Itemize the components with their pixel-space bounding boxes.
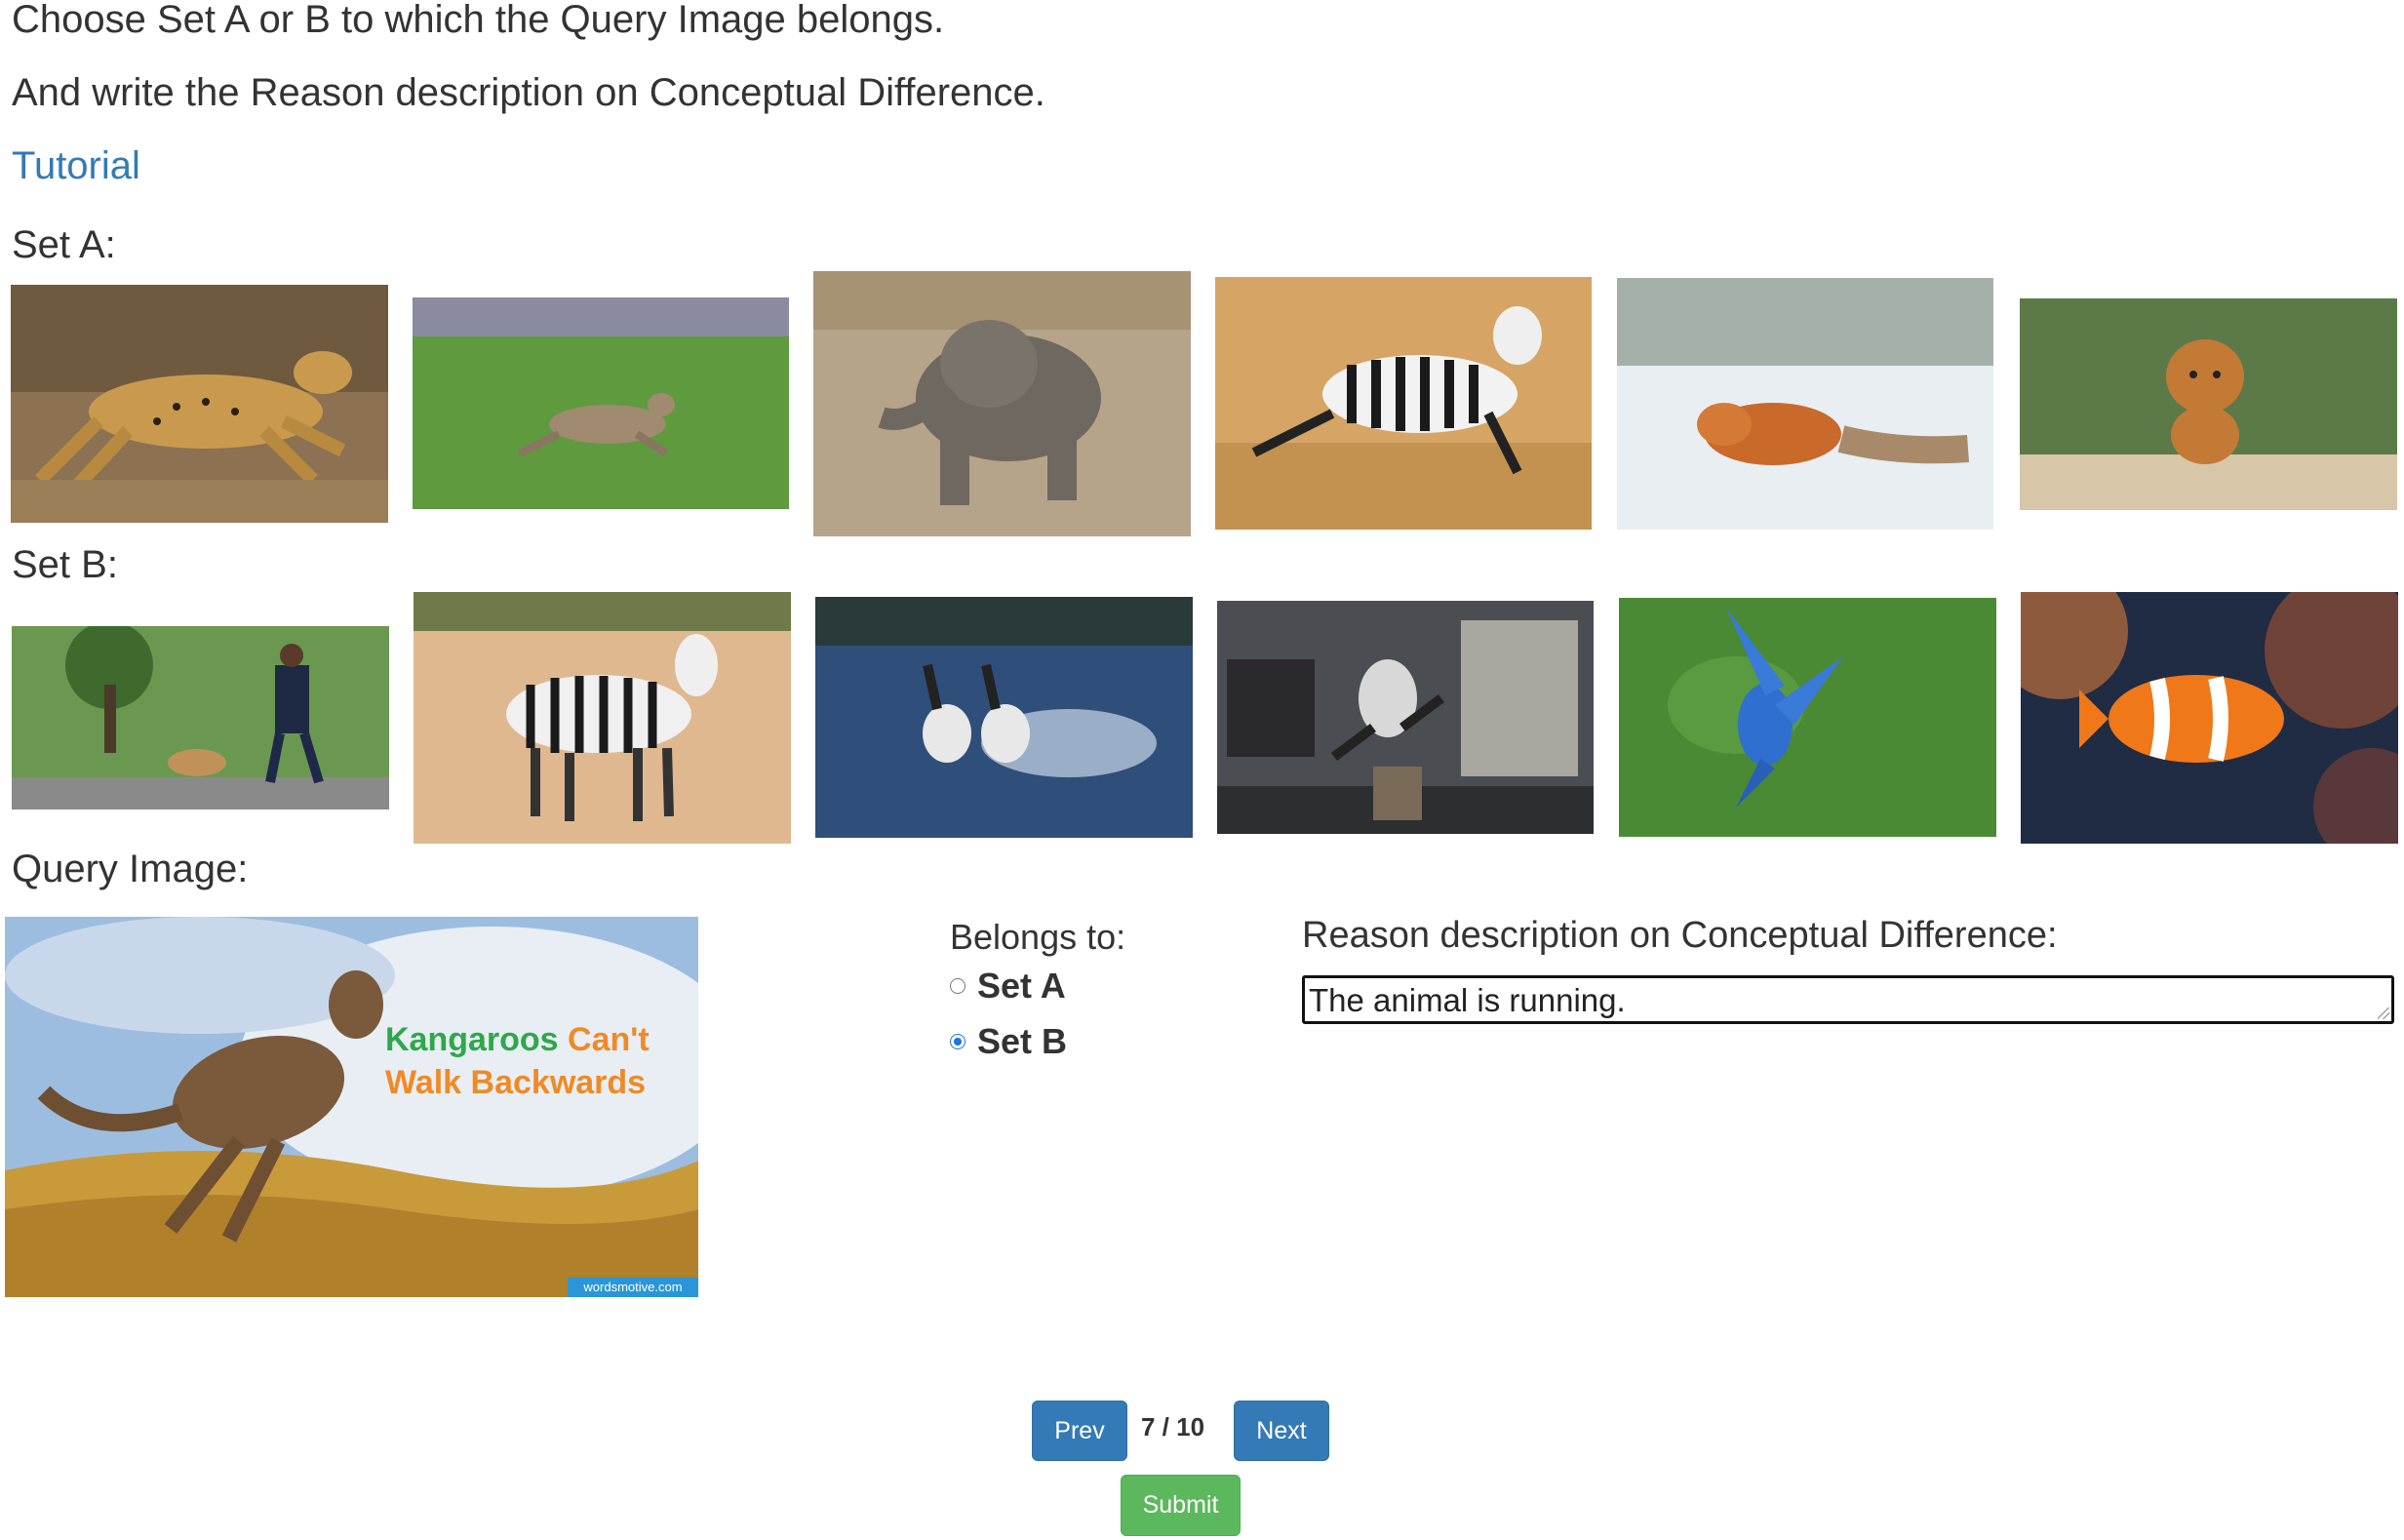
belongs-to-label: Belongs to: <box>950 917 1126 957</box>
set-a-image-dog <box>2020 298 2397 510</box>
query-caption-line-2: Walk Backwards <box>385 1064 647 1101</box>
set-a-label: Set A: <box>12 223 116 266</box>
set-a-image-fox <box>1617 278 1993 530</box>
reason-textarea[interactable]: The animal is running. <box>1302 975 2394 1024</box>
resize-grip-icon[interactable] <box>2378 1007 2389 1019</box>
submit-button[interactable]: Submit <box>1121 1475 1241 1536</box>
instruction-line-2: And write the Reason description on Conc… <box>12 71 1045 114</box>
query-image-label: Query Image: <box>12 848 249 890</box>
set-a-image-zebra-leaping <box>1215 277 1592 530</box>
query-caption-word-2: Can't <box>568 1021 650 1058</box>
prev-button[interactable]: Prev <box>1032 1401 1127 1461</box>
reason-label: Reason description on Conceptual Differe… <box>1302 915 2058 956</box>
radio-set-b[interactable] <box>950 1034 966 1049</box>
query-watermark: wordsmotive.com <box>568 1278 698 1297</box>
radio-option-set-b[interactable]: Set B <box>950 1021 1067 1062</box>
next-button[interactable]: Next <box>1234 1401 1329 1461</box>
query-caption: Kangaroos Can't Walk Backwards <box>385 1018 650 1104</box>
query-image-kangaroo: Kangaroos Can't Walk Backwards wordsmoti… <box>5 917 698 1297</box>
set-a-image-deer <box>413 297 789 509</box>
set-b-image-dog-walking <box>12 626 389 809</box>
set-a-image-cheetah <box>11 285 388 523</box>
radio-option-set-a[interactable]: Set A <box>950 966 1066 1007</box>
instruction-line-1: Choose Set A or B to which the Query Ima… <box>12 0 945 41</box>
page-indicator: 7 / 10 <box>1141 1412 1205 1441</box>
reason-textarea-value: The animal is running. <box>1309 982 1626 1018</box>
set-b-image-clownfish <box>2021 592 2398 844</box>
set-b-image-zebra-standing <box>414 592 791 844</box>
set-b-image-bird <box>1619 598 1996 837</box>
set-b-image-robot <box>1217 601 1594 834</box>
tutorial-link[interactable]: Tutorial <box>12 143 140 188</box>
set-b-label: Set B: <box>12 543 118 586</box>
set-a-image-elephant <box>813 271 1191 536</box>
radio-set-a[interactable] <box>950 978 966 994</box>
query-caption-word-1: Kangaroos <box>385 1021 559 1058</box>
radio-set-b-label: Set B <box>977 1021 1068 1061</box>
radio-set-a-label: Set A <box>977 966 1066 1006</box>
set-b-image-grebes <box>815 597 1193 838</box>
